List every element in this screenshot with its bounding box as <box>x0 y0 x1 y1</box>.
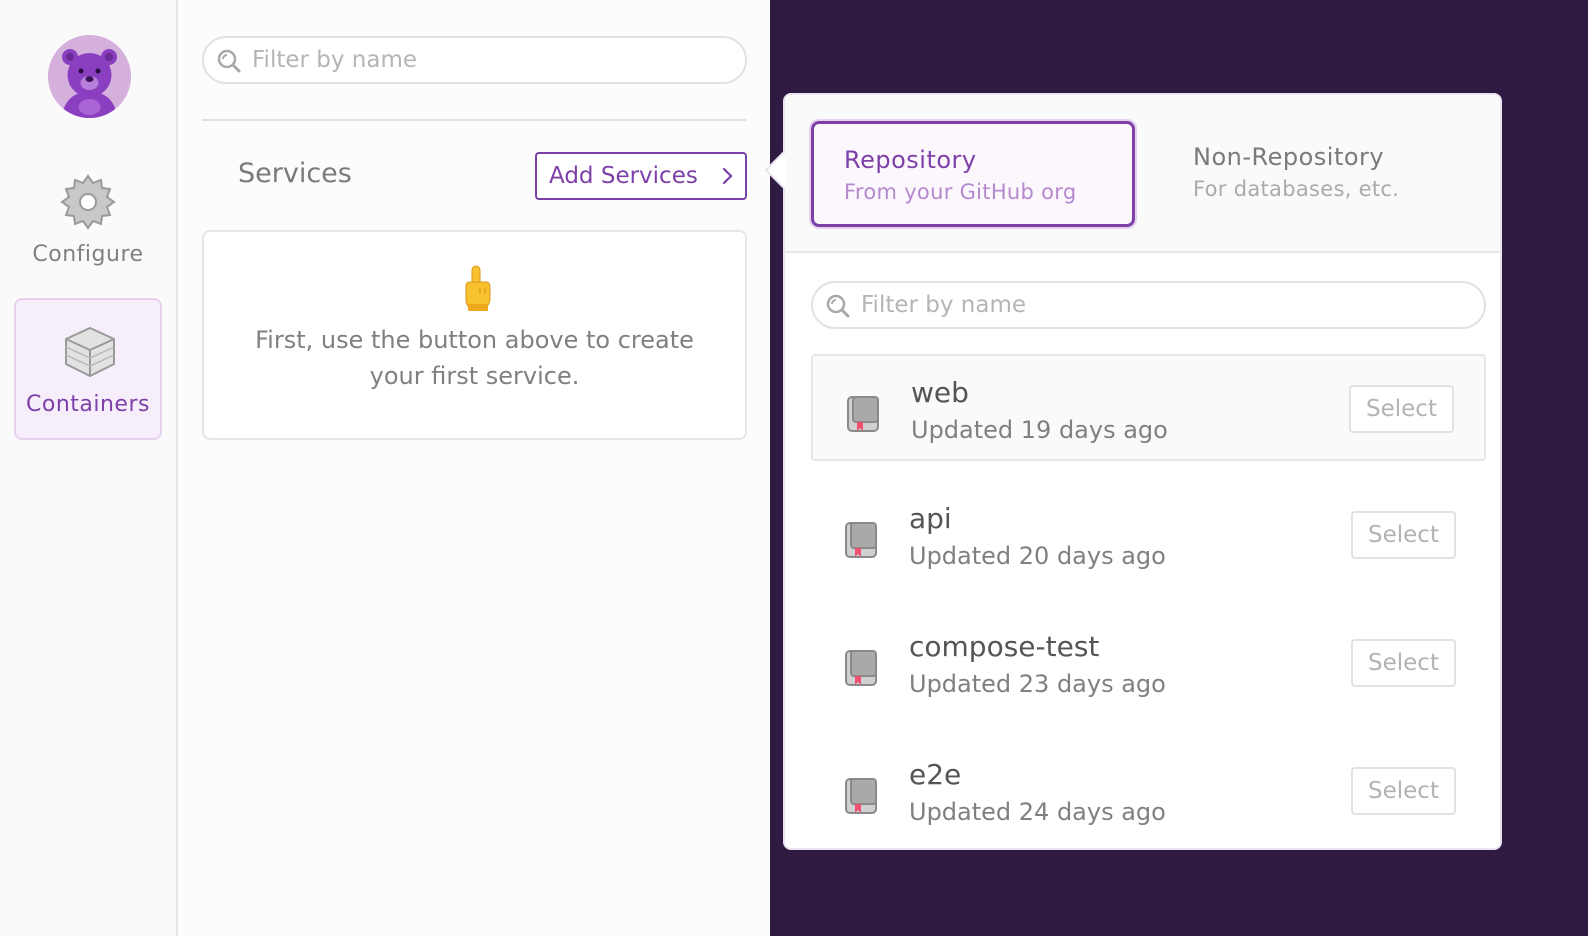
services-panel: Services Add Services First, use the but… <box>178 0 770 936</box>
gear-icon <box>60 174 116 230</box>
repo-row-web[interactable]: web Updated 19 days ago Select <box>811 354 1486 461</box>
repo-updated: Updated 20 days ago <box>909 542 1166 570</box>
tab-subtitle: From your GitHub org <box>844 180 1077 204</box>
repository-book-icon <box>845 522 877 558</box>
repo-updated: Updated 23 days ago <box>909 670 1166 698</box>
empty-state-card: First, use the button above to create yo… <box>202 230 747 440</box>
select-button[interactable]: Select <box>1349 385 1454 433</box>
repo-name: compose-test <box>909 630 1100 663</box>
select-button[interactable]: Select <box>1351 639 1456 687</box>
repository-book-icon <box>847 396 879 432</box>
left-nav: Configure Containers <box>0 0 178 936</box>
add-service-popover: Repository From your GitHub org Non-Repo… <box>783 93 1502 850</box>
tab-subtitle: For databases, etc. <box>1193 177 1400 201</box>
tab-non-repository[interactable]: Non-Repository For databases, etc. <box>1163 121 1463 227</box>
repo-row-api[interactable]: api Updated 20 days ago Select <box>811 482 1486 589</box>
bear-avatar-icon[interactable] <box>48 35 131 118</box>
nav-item-configure[interactable]: Configure <box>14 150 162 292</box>
repo-name: e2e <box>909 758 962 791</box>
cube-icon <box>62 324 118 380</box>
repo-search-input[interactable] <box>861 289 1468 321</box>
repo-name: web <box>911 376 969 409</box>
divider <box>202 119 746 121</box>
select-button[interactable]: Select <box>1351 511 1456 559</box>
empty-state-message: First, use the button above to create yo… <box>255 326 694 390</box>
add-services-label: Add Services <box>549 163 698 189</box>
nav-item-containers[interactable]: Containers <box>14 298 162 440</box>
repo-updated: Updated 19 days ago <box>911 416 1168 444</box>
repo-row-e2e[interactable]: e2e Updated 24 days ago Select <box>811 738 1486 845</box>
repo-search[interactable] <box>811 281 1486 329</box>
tab-title: Repository <box>844 146 977 174</box>
services-title: Services <box>238 158 352 189</box>
nav-item-label: Containers <box>26 392 150 417</box>
add-services-button[interactable]: Add Services <box>535 152 747 200</box>
repository-book-icon <box>845 778 877 814</box>
repo-name: api <box>909 502 952 535</box>
nav-item-label: Configure <box>32 242 144 267</box>
search-icon <box>825 293 851 319</box>
repo-row-compose-test[interactable]: compose-test Updated 23 days ago Select <box>811 610 1486 717</box>
tab-title: Non-Repository <box>1193 143 1385 171</box>
select-button[interactable]: Select <box>1351 767 1456 815</box>
tab-repository[interactable]: Repository From your GitHub org <box>811 121 1135 227</box>
services-search-input[interactable] <box>252 44 729 76</box>
chevron-right-icon <box>721 165 735 187</box>
repository-book-icon <box>845 650 877 686</box>
pointing-up-emoji <box>456 264 496 312</box>
repo-updated: Updated 24 days ago <box>909 798 1166 826</box>
services-search[interactable] <box>202 36 747 84</box>
search-icon <box>216 48 242 74</box>
popover-header: Repository From your GitHub org Non-Repo… <box>785 95 1500 253</box>
